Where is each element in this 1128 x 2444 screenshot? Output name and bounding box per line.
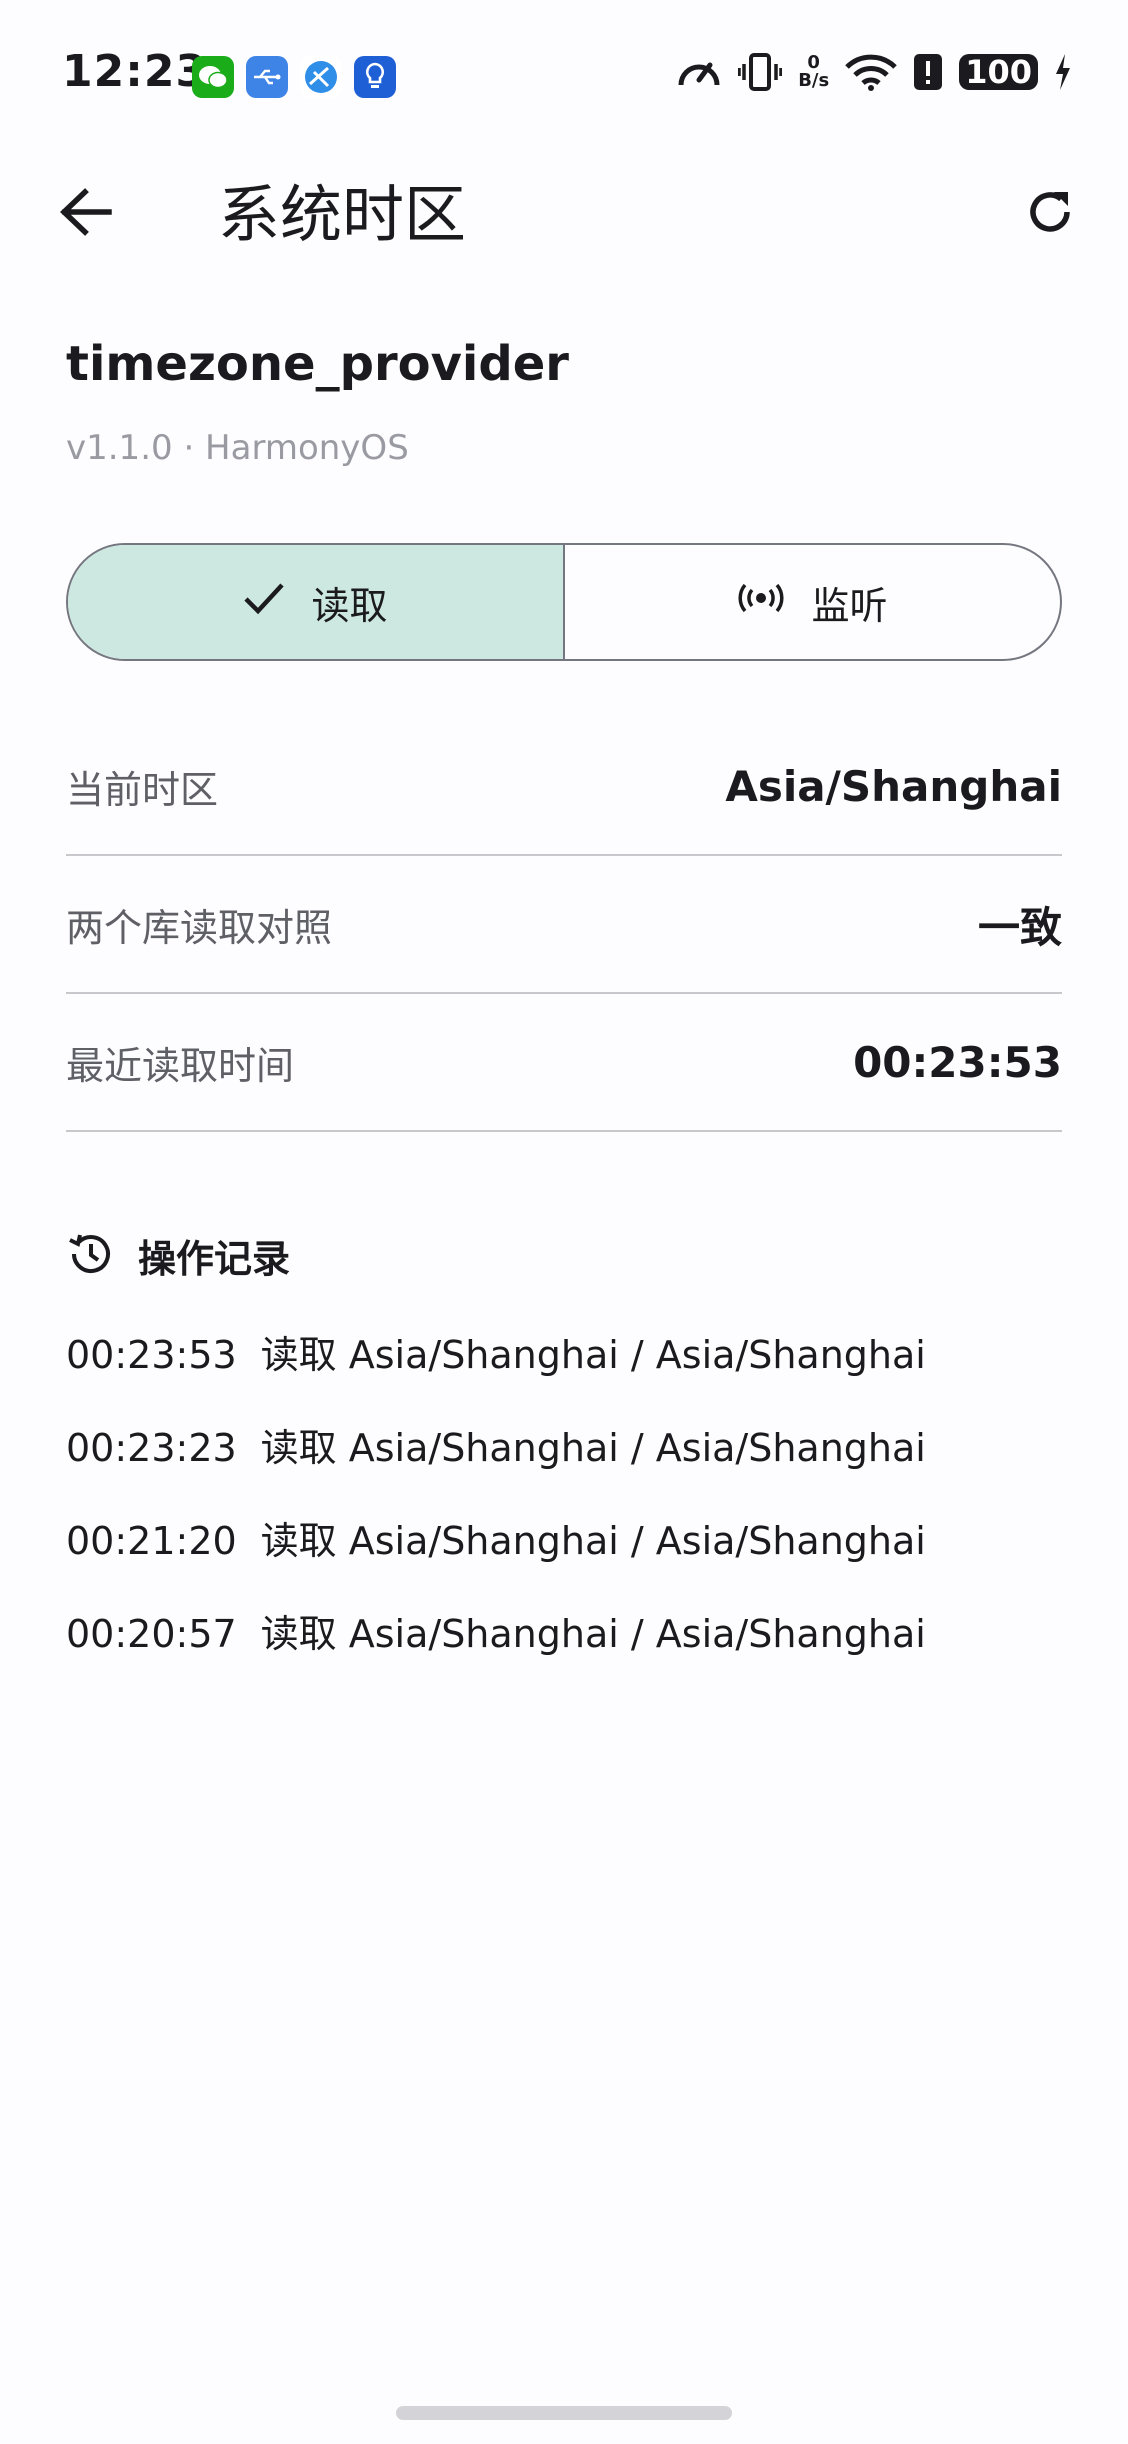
browser-icon — [300, 56, 342, 98]
log-entry: 00:20:57 读取 Asia/Shanghai / Asia/Shanghai — [66, 1599, 926, 1692]
provider-meta: v1.1.0 · HarmonyOS — [66, 428, 409, 468]
battery-level: 100 — [959, 53, 1038, 91]
info-row-current-timezone: 当前时区 Asia/Shanghai — [66, 718, 1062, 856]
info-row-last-read-time: 最近读取时间 00:23:53 — [66, 994, 1062, 1132]
status-indicators: 0 B/s 100 — [676, 52, 1072, 92]
tab-read[interactable]: 读取 — [68, 545, 565, 659]
log-time: 00:23:53 — [66, 1333, 237, 1377]
log-title: 操作记录 — [138, 1237, 291, 1281]
tab-read-label: 读取 — [311, 583, 388, 628]
mode-segmented-control: 读取 监听 — [66, 543, 1062, 661]
log-entry: 00:23:53 读取 Asia/Shanghai / Asia/Shanghai — [66, 1320, 926, 1413]
history-icon — [66, 1230, 114, 1282]
info-value: Asia/Shanghai — [725, 761, 1062, 811]
lightbulb-icon — [354, 56, 396, 98]
info-value: 一致 — [977, 902, 1062, 952]
log-text: 读取 Asia/Shanghai / Asia/Shanghai — [260, 1519, 926, 1563]
log-header: 操作记录 — [66, 1228, 290, 1283]
log-time: 00:21:20 — [66, 1519, 237, 1563]
provider-name: timezone_provider — [66, 336, 569, 392]
info-label: 两个库读取对照 — [66, 905, 333, 950]
charging-icon — [1054, 53, 1072, 91]
info-value: 00:23:53 — [853, 1037, 1062, 1087]
home-indicator[interactable] — [396, 2406, 732, 2420]
info-label: 最近读取时间 — [66, 1043, 295, 1088]
network-speed-unit: B/s — [798, 70, 830, 91]
back-button[interactable] — [48, 176, 124, 252]
refresh-icon — [1024, 186, 1076, 242]
page-title: 系统时区 — [218, 178, 467, 251]
refresh-button[interactable] — [1012, 176, 1088, 252]
wechat-icon — [192, 56, 234, 98]
wifi-icon — [845, 53, 897, 91]
status-time: 12:23 — [62, 46, 208, 97]
broadcast-icon — [737, 580, 785, 624]
info-label: 当前时区 — [66, 767, 219, 812]
log-text: 读取 Asia/Shanghai / Asia/Shanghai — [260, 1333, 926, 1377]
alert-icon — [913, 53, 943, 91]
tab-listen-label: 监听 — [811, 583, 888, 628]
log-text: 读取 Asia/Shanghai / Asia/Shanghai — [260, 1612, 926, 1656]
log-text: 读取 Asia/Shanghai / Asia/Shanghai — [260, 1426, 926, 1470]
speedometer-icon — [676, 53, 722, 91]
network-speed: 0 B/s — [798, 54, 829, 90]
log-entry: 00:21:20 读取 Asia/Shanghai / Asia/Shanghai — [66, 1506, 926, 1599]
vibrate-icon — [738, 52, 783, 92]
log-entry: 00:23:23 读取 Asia/Shanghai / Asia/Shanghai — [66, 1413, 926, 1506]
info-row-library-compare: 两个库读取对照 一致 — [66, 856, 1062, 994]
arrow-left-icon — [59, 188, 113, 240]
notification-icons — [192, 56, 396, 98]
status-bar: 12:23 0 B/s 100 — [0, 0, 1128, 150]
usb-icon — [246, 56, 288, 98]
check-icon — [243, 580, 285, 624]
log-time: 00:23:23 — [66, 1426, 237, 1470]
tab-listen[interactable]: 监听 — [565, 545, 1060, 659]
log-time: 00:20:57 — [66, 1612, 237, 1656]
log-list: 00:23:53 读取 Asia/Shanghai / Asia/Shanghai… — [66, 1320, 926, 1692]
